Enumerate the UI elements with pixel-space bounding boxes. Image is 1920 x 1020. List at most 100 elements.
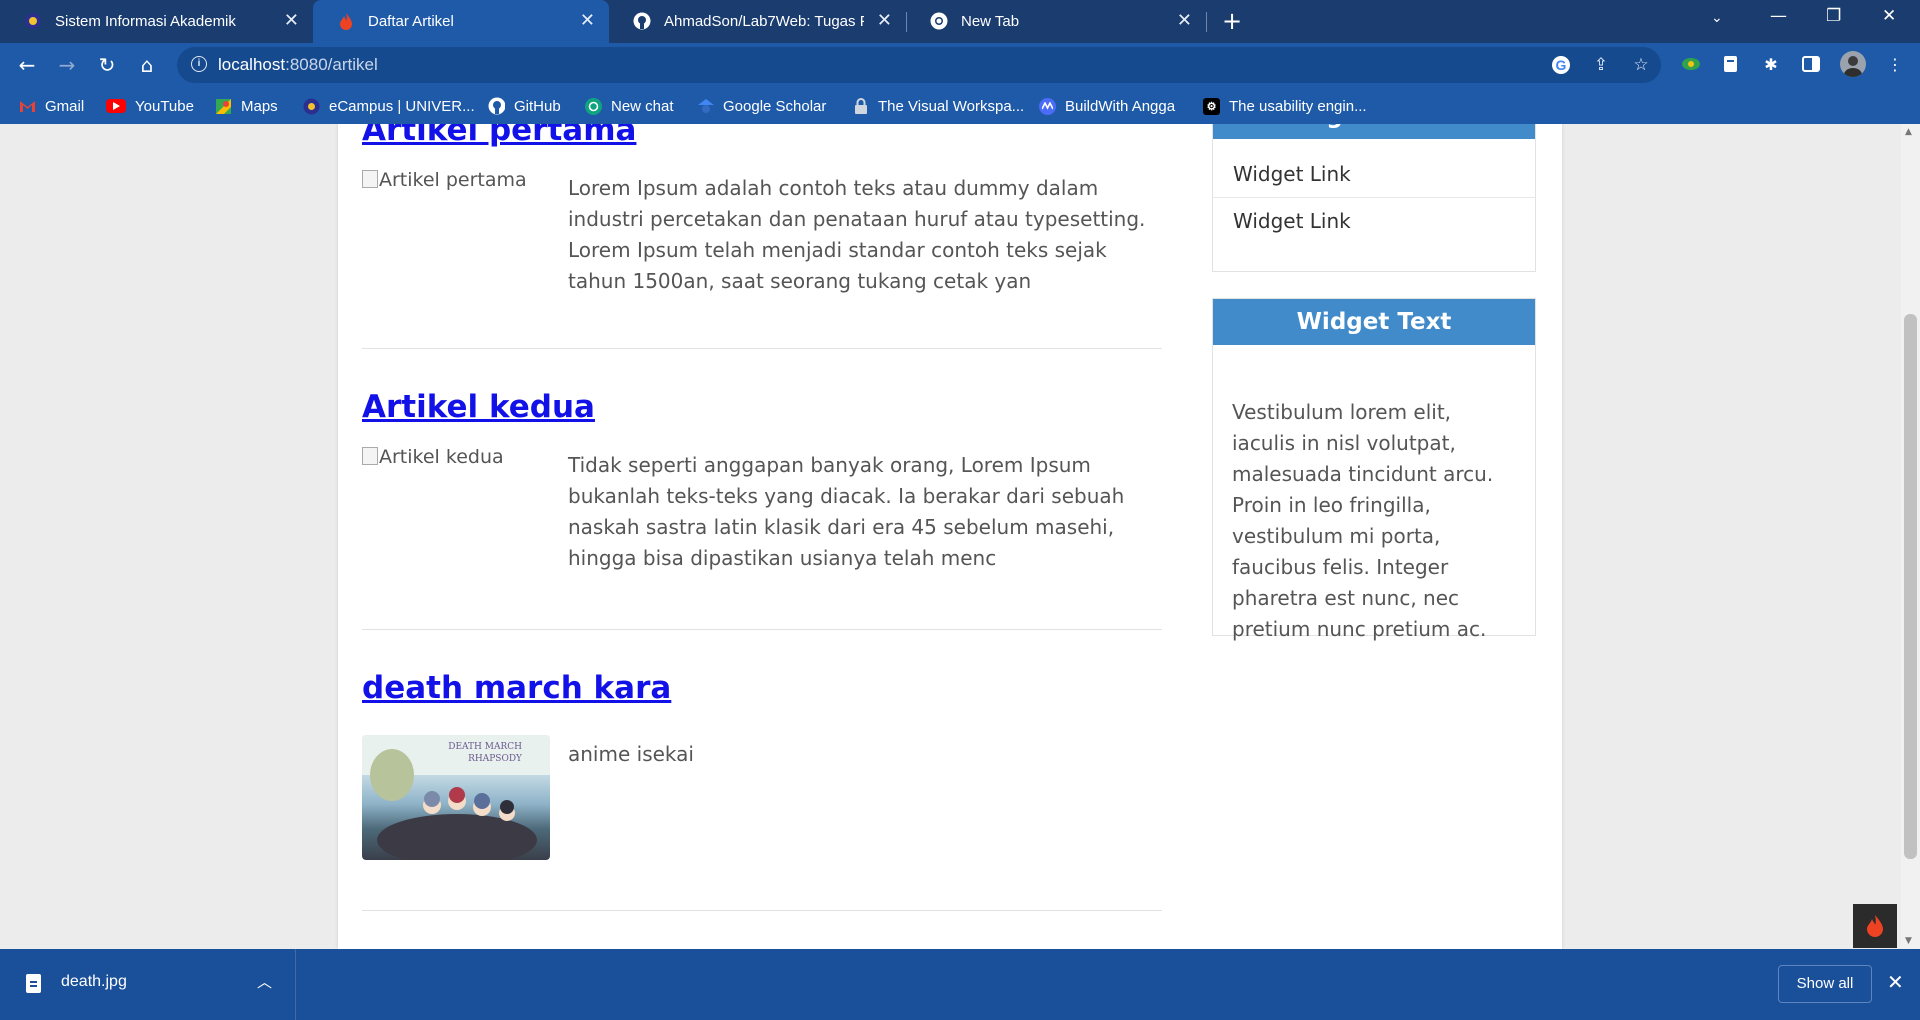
bookmark-google-scholar[interactable]: Google Scholar (697, 95, 826, 117)
lock-icon (852, 97, 869, 115)
article-item: death march kara DEATH MARCH RHAPSODY an… (362, 630, 1162, 911)
navigation-bar: ← → ↻ ⌂ i localhost:8080/artikel G ⇪ ☆ ✱… (0, 43, 1920, 87)
close-tab-icon[interactable]: ✕ (284, 10, 299, 31)
article-excerpt: Tidak seperti anggapan banyak orang, Lor… (568, 453, 1125, 570)
bookmark-buildwith-angga[interactable]: BuildWith Angga (1039, 95, 1175, 117)
article-item: Artikel kedua Artikel kedua Tidak sepert… (362, 349, 1162, 630)
reload-icon[interactable]: ↻ (94, 52, 120, 78)
codeigniter-debug-toolbar-icon[interactable] (1853, 904, 1897, 948)
bookmark-usability-engine[interactable]: ⚙ The usability engin... (1203, 95, 1367, 117)
svg-text:RHAPSODY: RHAPSODY (468, 754, 523, 764)
codeigniter-flame-icon (337, 12, 355, 30)
bookmark-gmail[interactable]: Gmail (19, 95, 84, 117)
tab-daftar-artikel[interactable]: Daftar Artikel ✕ (313, 0, 609, 43)
tab-new-tab[interactable]: New Tab ✕ (906, 0, 1206, 43)
article-thumbnail-image[interactable]: DEATH MARCH RHAPSODY (362, 735, 550, 860)
scroll-up-arrow-icon[interactable]: ▲ (1905, 127, 1912, 137)
bookmark-maps[interactable]: Maps (215, 95, 278, 117)
scrollbar-thumb[interactable] (1904, 314, 1917, 859)
article-excerpt: Lorem Ipsum adalah contoh teks atau dumm… (568, 176, 1146, 293)
bookmark-ecampus[interactable]: eCampus | UNIVER... (303, 95, 475, 117)
page-container: Artikel pertama Artikel pertama Lorem Ip… (338, 124, 1562, 949)
forward-arrow-icon[interactable]: → (54, 52, 80, 78)
article-image-broken: Artikel pertama (362, 169, 527, 191)
chevron-up-icon[interactable]: ︿ (257, 971, 272, 992)
bookmark-new-chat[interactable]: New chat (585, 95, 674, 117)
article-image-broken: Artikel kedua (362, 446, 504, 468)
share-icon[interactable]: ⇪ (1590, 54, 1612, 76)
bookmark-visual-workspace[interactable]: The Visual Workspa... (852, 95, 1024, 117)
downloads-bar: death.jpg ︿ Show all ✕ (0, 949, 1920, 1020)
gear-logo-icon: ⚙ (1203, 97, 1220, 115)
menu-kebab-icon[interactable]: ⋮ (1884, 53, 1906, 75)
google-lens-icon[interactable]: G (1550, 54, 1572, 76)
tab-title: Daftar Artikel (368, 13, 454, 30)
campus-logo-icon (303, 98, 320, 115)
article-excerpt: anime isekai (568, 742, 694, 766)
article-title-link[interactable]: Artikel pertama (362, 124, 636, 148)
widget-header: Widget Header (1213, 124, 1535, 139)
close-tab-icon[interactable]: ✕ (580, 10, 595, 31)
side-panel-icon[interactable] (1800, 53, 1822, 75)
vertical-scrollbar[interactable]: ▲ ▼ (1901, 124, 1920, 949)
close-tab-icon[interactable]: ✕ (877, 10, 892, 31)
widget-header: Widget Text (1213, 299, 1535, 345)
article-title-link[interactable]: Artikel kedua (362, 389, 595, 425)
tab-title: Sistem Informasi Akademik (55, 13, 236, 30)
widget-link[interactable]: Widget Link (1213, 198, 1535, 244)
tab-search-chevron-icon[interactable]: ⌄ (1711, 10, 1723, 26)
broken-image-icon (362, 170, 378, 188)
gmail-icon (19, 98, 36, 115)
broken-image-icon (362, 447, 378, 465)
home-icon[interactable]: ⌂ (134, 52, 160, 78)
github-icon (633, 12, 651, 30)
avatar[interactable] (1840, 51, 1866, 77)
show-all-button[interactable]: Show all (1778, 965, 1872, 1003)
widget-links: Widget Header Widget Link Widget Link (1212, 124, 1536, 272)
github-icon (488, 97, 505, 115)
new-tab-plus-icon[interactable]: + (1222, 7, 1242, 35)
tab-strip: Sistem Informasi Akademik ✕ Daftar Artik… (0, 0, 1920, 43)
bookmark-youtube[interactable]: YouTube (106, 95, 194, 117)
page-viewport: Artikel pertama Artikel pertama Lorem Ip… (0, 124, 1901, 949)
tab-title: AhmadSon/Lab7Web: Tugas Pert (664, 13, 864, 30)
tab-github[interactable]: AhmadSon/Lab7Web: Tugas Pert ✕ (609, 0, 906, 43)
scroll-down-arrow-icon[interactable]: ▼ (1905, 936, 1912, 946)
tab-sistem-informasi[interactable]: Sistem Informasi Akademik ✕ (0, 0, 313, 43)
close-tab-icon[interactable]: ✕ (1177, 10, 1192, 31)
back-arrow-icon[interactable]: ← (14, 52, 40, 78)
maps-icon (215, 98, 232, 115)
chatgpt-icon (585, 97, 602, 115)
extension-doc-icon[interactable] (1720, 53, 1742, 75)
site-info-icon[interactable]: i (191, 56, 207, 72)
chrome-icon (930, 12, 948, 30)
close-window-icon[interactable]: ✕ (1882, 6, 1896, 26)
minimize-icon[interactable]: — (1770, 6, 1787, 26)
article-title-link[interactable]: death march kara (362, 670, 671, 706)
svg-text:G: G (1556, 57, 1567, 73)
article-item: Artikel pertama Artikel pertama Lorem Ip… (362, 124, 1162, 349)
extensions-puzzle-icon[interactable]: ✱ (1760, 53, 1782, 75)
close-downloads-icon[interactable]: ✕ (1887, 970, 1904, 994)
widget-text: Widget Text Vestibulum lorem elit, iacul… (1212, 298, 1536, 641)
url-text[interactable]: localhost:8080/artikel (218, 55, 378, 75)
tab-title: New Tab (961, 13, 1020, 30)
article-list: Artikel pertama Artikel pertama Lorem Ip… (362, 124, 1162, 911)
bookmark-star-icon[interactable]: ☆ (1630, 54, 1652, 76)
download-file-name: death.jpg (61, 973, 127, 990)
bookmarks-bar: Gmail YouTube Maps eCampus | UNIVER... G… (0, 87, 1920, 124)
extension-leaf-icon[interactable] (1680, 53, 1702, 75)
address-bar[interactable]: i localhost:8080/artikel G ⇪ ☆ (177, 47, 1661, 83)
campus-logo-icon (24, 12, 42, 30)
download-item[interactable]: death.jpg ︿ (0, 949, 296, 1020)
bookmark-github[interactable]: GitHub (488, 95, 561, 117)
svg-text:DEATH MARCH: DEATH MARCH (448, 742, 522, 752)
tab-separator (1206, 12, 1207, 32)
widget-text-body: Vestibulum lorem elit, iaculis in nisl v… (1232, 400, 1494, 641)
buildwith-angga-icon (1039, 97, 1056, 115)
youtube-icon (106, 99, 126, 113)
widget-link[interactable]: Widget Link (1213, 151, 1535, 198)
file-icon (26, 974, 41, 993)
scholar-icon (697, 98, 714, 115)
restore-icon[interactable]: ❐ (1826, 6, 1841, 26)
